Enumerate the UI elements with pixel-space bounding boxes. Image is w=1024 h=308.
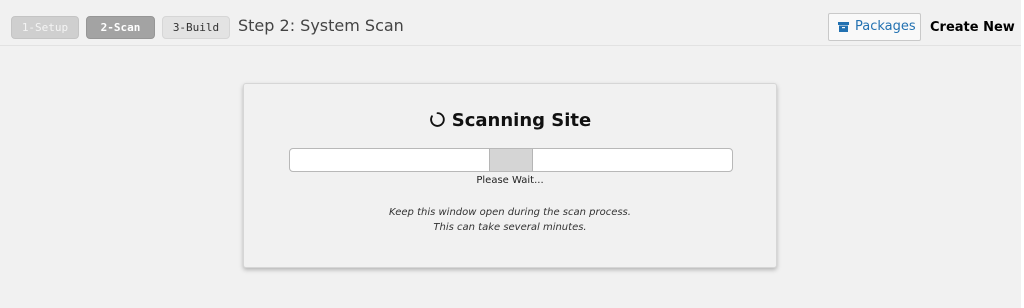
packages-button[interactable]: Packages [828,13,921,41]
step-1-setup-button[interactable]: 1-Setup [11,16,79,39]
scan-progress-panel: Scanning Site Please Wait... Keep this w… [243,83,777,268]
step-3-build-button[interactable]: 3-Build [162,16,230,39]
spinner-icon [429,112,445,127]
create-new-link[interactable]: Create New [930,18,1015,38]
scan-note-line: This can take several minutes. [433,222,587,233]
wizard-header: 1-Setup 2-Scan 3-Build Step 2: System Sc… [0,0,1024,46]
scan-note-line: Keep this window open during the scan pr… [389,207,631,218]
step-title: Step 2: System Scan [238,16,404,35]
step-2-scan-button[interactable]: 2-Scan [86,16,155,39]
progress-indicator [489,149,533,171]
please-wait-text: Please Wait... [476,175,544,186]
scan-heading-text: Scanning Site [451,110,592,131]
scan-heading: Scanning Site [244,108,776,134]
archive-box-icon [838,22,849,32]
packages-button-label: Packages [855,19,916,34]
scan-progress-bar [289,148,733,172]
